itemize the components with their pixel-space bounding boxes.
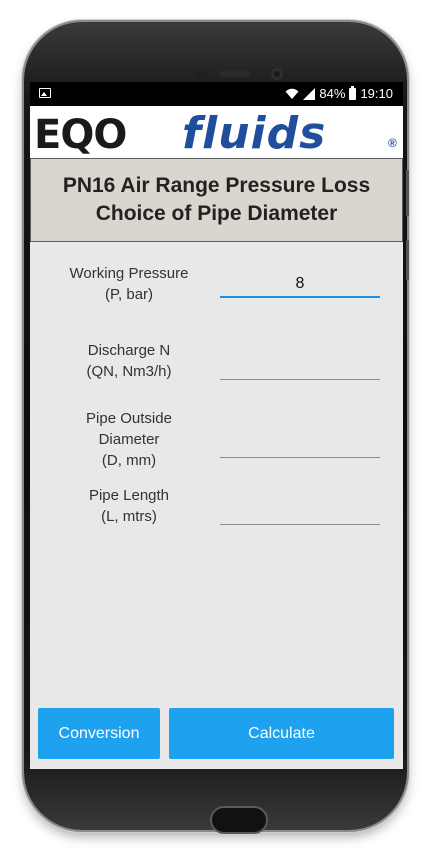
calculate-button[interactable]: Calculate <box>169 708 394 759</box>
pipe-diameter-label: Pipe Outside Diameter (D, mm) <box>49 408 209 471</box>
pipe-diameter-input[interactable] <box>220 432 380 458</box>
wifi-icon <box>285 88 299 99</box>
discharge-label: Discharge N (QN, Nm3/h) <box>49 340 209 382</box>
title-line-1: PN16 Air Range Pressure Loss <box>62 174 371 197</box>
image-icon <box>39 88 51 98</box>
pipe-length-label: Pipe Length (L, mtrs) <box>49 485 209 527</box>
label-line: Diameter <box>98 431 160 448</box>
logo-registered-mark: ® <box>388 136 397 150</box>
pipe-length-input[interactable] <box>220 499 380 525</box>
volume-button[interactable] <box>406 170 409 216</box>
front-camera <box>271 68 283 80</box>
page-title-box: PN16 Air Range Pressure Loss Choice of P… <box>30 158 403 242</box>
label-line: (P, bar) <box>104 286 154 303</box>
label-line: (QN, Nm3/h) <box>86 363 172 380</box>
brand-logo: EQO fluids ® <box>30 106 403 162</box>
label-line: Pipe Outside <box>86 410 172 427</box>
title-line-2: Choice of Pipe Diameter <box>95 202 338 225</box>
status-bar: 84% 19:10 <box>30 82 403 106</box>
earpiece-speaker <box>220 71 250 77</box>
logo-eqo: EQO <box>34 112 127 158</box>
power-button[interactable] <box>406 240 409 280</box>
app-screen: 84% 19:10 EQO fluids ® PN16 Air Range Pr… <box>30 82 403 769</box>
discharge-input[interactable] <box>220 354 380 380</box>
working-pressure-input[interactable] <box>220 272 380 298</box>
clock: 19:10 <box>360 86 393 101</box>
label-line: Pipe Length <box>88 487 170 504</box>
battery-icon <box>349 85 357 100</box>
signal-icon <box>303 87 316 100</box>
proximity-sensor <box>194 70 202 78</box>
label-line: Discharge N <box>87 342 171 359</box>
page-title: PN16 Air Range Pressure Loss Choice of P… <box>63 172 370 228</box>
label-line: (D, mm) <box>101 452 157 469</box>
label-line: Working Pressure <box>69 265 189 282</box>
working-pressure-label: Working Pressure (P, bar) <box>49 263 209 305</box>
label-line: (L, mtrs) <box>101 508 157 525</box>
logo-fluids: fluids <box>182 108 327 159</box>
home-button[interactable] <box>210 806 268 834</box>
battery-percent: 84% <box>319 86 346 101</box>
conversion-button[interactable]: Conversion <box>38 708 160 759</box>
